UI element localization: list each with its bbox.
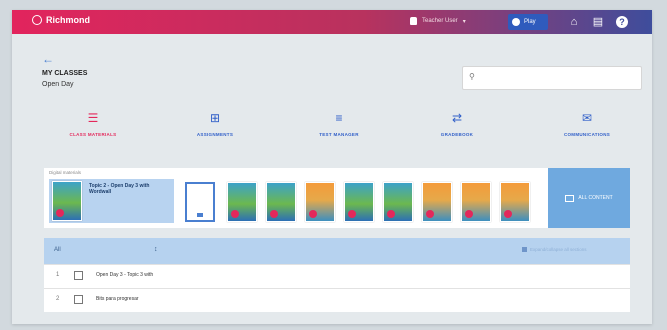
book-cover[interactable] xyxy=(227,182,257,222)
all-content-button[interactable]: ALL CONTENT xyxy=(548,168,630,228)
expand-collapse-toggle[interactable]: Expand/collapse all sections xyxy=(522,247,587,252)
selected-book[interactable]: Topic 2 - Open Day 3 with Wordwall xyxy=(49,179,174,223)
user-name: Teacher User xyxy=(422,18,458,24)
book-cover[interactable] xyxy=(266,182,296,222)
book-cover[interactable] xyxy=(305,182,335,222)
tab-label: CLASS MATERIALS xyxy=(69,132,117,137)
communications-icon: ✉ xyxy=(581,111,593,125)
gradebook-icon: ⇄ xyxy=(451,111,463,125)
home-icon[interactable]: ⌂ xyxy=(568,16,580,28)
tab-test-manager[interactable]: ≡ TEST MANAGER xyxy=(294,110,384,137)
app-window: Richmond Teacher User ▾ Play ⌂ ▤ ? ← MY … xyxy=(12,10,652,324)
row-number: 2 xyxy=(56,296,60,302)
play-button[interactable]: Play xyxy=(508,14,548,30)
tab-communications[interactable]: ✉ COMMUNICATIONS xyxy=(542,110,632,137)
tab-gradebook[interactable]: ⇄ GRADEBOOK xyxy=(412,110,502,137)
search-icon: ⚲ xyxy=(469,72,475,81)
top-bar: Richmond Teacher User ▾ Play ⌂ ▤ ? xyxy=(12,10,652,34)
test-manager-icon: ≡ xyxy=(335,111,343,125)
sort-icon[interactable]: ↕ xyxy=(154,246,158,253)
assignments-icon: ⊞ xyxy=(209,111,221,125)
search-input[interactable]: ⚲ xyxy=(462,66,642,90)
book-placeholder[interactable] xyxy=(185,182,215,222)
tab-label: TEST MANAGER xyxy=(319,132,359,137)
book-cover[interactable] xyxy=(461,182,491,222)
book-cover[interactable] xyxy=(422,182,452,222)
book-cover xyxy=(52,181,82,221)
page-title: MY CLASSES xyxy=(42,70,88,77)
carousel-label: Digital materials xyxy=(49,170,82,175)
book-cover[interactable] xyxy=(344,182,374,222)
filter-all[interactable]: All xyxy=(54,247,61,253)
table-row[interactable]: 1 Open Day 3 - Topic 3 with xyxy=(44,264,630,288)
row-title[interactable]: Open Day 3 - Topic 3 with xyxy=(96,272,153,278)
book-cover[interactable] xyxy=(500,182,530,222)
selected-book-title: Topic 2 - Open Day 3 with Wordwall xyxy=(89,183,150,195)
tab-label: GRADEBOOK xyxy=(440,132,474,137)
all-content-label: ALL CONTENT xyxy=(578,195,613,201)
user-icon xyxy=(410,17,417,25)
user-menu[interactable]: Teacher User ▾ xyxy=(410,17,466,25)
tab-label: ASSIGNMENTS xyxy=(196,132,234,137)
brand-logo[interactable]: Richmond xyxy=(32,15,90,25)
back-arrow-icon[interactable]: ← xyxy=(42,52,54,66)
notifications-icon[interactable]: ▤ xyxy=(592,16,604,28)
help-icon[interactable]: ? xyxy=(616,16,628,28)
brand-name: Richmond xyxy=(46,15,90,25)
row-checkbox[interactable] xyxy=(74,295,83,304)
expand-icon xyxy=(522,247,527,252)
folder-icon xyxy=(565,194,575,202)
richmond-logo-icon xyxy=(32,15,42,25)
table-header: All ↕ Expand/collapse all sections xyxy=(44,238,630,264)
play-label: Play xyxy=(524,19,536,25)
play-icon xyxy=(512,18,520,26)
table-row[interactable]: 2 Bits para progresar xyxy=(44,288,630,312)
tab-assignments[interactable]: ⊞ ASSIGNMENTS xyxy=(170,110,260,137)
tab-class-materials[interactable]: ☰ CLASS MATERIALS xyxy=(48,110,138,137)
expand-label: Expand/collapse all sections xyxy=(530,247,587,252)
row-number: 1 xyxy=(56,272,60,278)
class-name: Open Day xyxy=(42,81,74,88)
row-checkbox[interactable] xyxy=(74,271,83,280)
materials-icon: ☰ xyxy=(87,111,99,125)
tab-label: COMMUNICATIONS xyxy=(563,132,611,137)
book-carousel: Digital materials Topic 2 - Open Day 3 w… xyxy=(44,168,548,228)
chevron-down-icon: ▾ xyxy=(462,18,466,25)
row-title[interactable]: Bits para progresar xyxy=(96,296,139,302)
book-cover[interactable] xyxy=(383,182,413,222)
section-nav: ☰ CLASS MATERIALS ⊞ ASSIGNMENTS ≡ TEST M… xyxy=(32,110,632,146)
